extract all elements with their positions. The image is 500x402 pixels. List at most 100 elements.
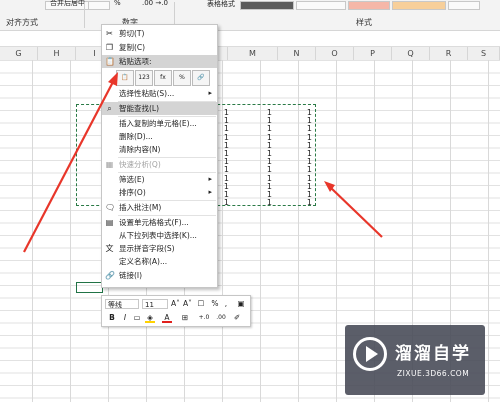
menu-label: 从下拉列表中选择(K)... bbox=[119, 231, 197, 240]
paste-option-formulas[interactable]: fx bbox=[154, 70, 172, 86]
paste-option-link[interactable]: 🔗 bbox=[192, 70, 210, 86]
column-header-s[interactable]: S bbox=[468, 47, 500, 60]
play-logo-icon bbox=[353, 337, 387, 371]
menu-label: 筛选(E) bbox=[119, 175, 145, 184]
paste-option-formatting[interactable]: % bbox=[173, 70, 191, 86]
percent-button[interactable]: % bbox=[112, 0, 123, 7]
style-gallery-1[interactable] bbox=[240, 1, 294, 10]
decimal-buttons[interactable]: .00 →.0 bbox=[140, 0, 170, 7]
column-header-r[interactable]: R bbox=[430, 47, 468, 60]
menu-item-define-name[interactable]: 定义名称(A)... bbox=[102, 255, 217, 268]
mini-toolbar: 等线 11 A˄ A˅ ☐ % , ▣ B I ▭ ◈ A ⊞ +.0 .00 … bbox=[101, 295, 251, 327]
watermark-logo: 溜溜自学 ZIXUE.3D66.COM bbox=[345, 325, 485, 395]
link-icon: 🔗 bbox=[105, 271, 115, 280]
submenu-arrow-icon: ▸ bbox=[208, 188, 212, 196]
style-gallery-2[interactable] bbox=[296, 1, 346, 10]
percent-button[interactable]: % bbox=[210, 299, 220, 309]
menu-label: 排序(O) bbox=[119, 188, 146, 197]
menu-label: 智能查找(L) bbox=[119, 104, 160, 113]
menu-item-insert-comment[interactable]: 🗨 插入批注(M) bbox=[102, 201, 217, 214]
menu-label: 定义名称(A)... bbox=[119, 257, 168, 266]
menu-label: 快速分析(Q) bbox=[119, 160, 161, 169]
menu-label: 选择性粘贴(S)... bbox=[119, 89, 175, 98]
menu-item-paste-options: 📋 粘贴选项: bbox=[102, 55, 217, 68]
menu-item-cut[interactable]: ✂ 剪切(T) bbox=[102, 27, 217, 40]
font-name-dropdown[interactable]: 等线 bbox=[105, 299, 139, 309]
menu-label: 删除(D)... bbox=[119, 132, 153, 141]
formula-gap bbox=[0, 31, 500, 46]
comment-icon: 🗨 bbox=[105, 203, 116, 212]
shrink-font-button[interactable]: A˅ bbox=[182, 299, 193, 309]
watermark-url: ZIXUE.3D66.COM bbox=[397, 369, 470, 378]
column-header-row: G H I J K L M N O P Q R S bbox=[0, 46, 500, 61]
menu-item-delete[interactable]: 删除(D)... bbox=[102, 130, 217, 143]
number-format-button[interactable] bbox=[88, 1, 110, 10]
menu-item-show-phonetic[interactable]: 文 显示拼音字段(S) bbox=[102, 242, 217, 255]
menu-item-paste-special[interactable]: 选择性粘贴(S)... ▸ bbox=[102, 87, 217, 100]
menu-label: 清除内容(N) bbox=[119, 145, 161, 154]
style-gallery-3[interactable] bbox=[348, 1, 390, 10]
cell-value[interactable]: 1 bbox=[302, 198, 312, 207]
format-painter-icon[interactable]: ▣ bbox=[236, 299, 246, 309]
border-icon[interactable]: ▭ bbox=[132, 313, 142, 323]
merge-center-label: 合并后居中 bbox=[50, 0, 85, 7]
column-header-n[interactable]: N bbox=[278, 47, 316, 60]
menu-item-filter[interactable]: 筛选(E) ▸ bbox=[102, 173, 217, 186]
menu-item-format-cells[interactable]: ▤ 设置单元格格式(F)... bbox=[102, 216, 217, 229]
style-gallery-4[interactable] bbox=[392, 1, 446, 10]
menu-label: 剪切(T) bbox=[119, 29, 145, 38]
font-size-dropdown[interactable]: 11 bbox=[142, 299, 168, 309]
menu-label: 插入批注(M) bbox=[119, 203, 162, 212]
menu-label: 插入复制的单元格(E)... bbox=[119, 119, 197, 128]
comma-button[interactable]: , bbox=[222, 299, 230, 309]
menu-label: 显示拼音字段(S) bbox=[119, 244, 175, 253]
menu-item-copy[interactable]: ❐ 复制(C) bbox=[102, 41, 217, 54]
phonetic-icon: 文 bbox=[105, 244, 114, 253]
column-header-m[interactable]: M bbox=[228, 47, 278, 60]
paste-option-paste[interactable]: 📋 bbox=[116, 70, 134, 86]
cell-value[interactable]: 1 bbox=[219, 198, 229, 207]
fill-color-icon[interactable]: ◈ bbox=[145, 313, 155, 323]
menu-item-sort[interactable]: 排序(O) ▸ bbox=[102, 186, 217, 199]
paste-option-values[interactable]: 123 bbox=[135, 70, 153, 86]
align-group-label: 对齐方式 bbox=[6, 18, 38, 27]
insert-button[interactable] bbox=[448, 1, 480, 10]
copy-icon: ❐ bbox=[105, 43, 114, 52]
styles-group-label: 样式 bbox=[356, 18, 372, 27]
borders-dropdown-icon[interactable]: ⊞ bbox=[180, 313, 190, 323]
menu-item-clear-contents[interactable]: 清除内容(N) bbox=[102, 143, 217, 156]
active-cell[interactable] bbox=[76, 282, 103, 293]
clear-format-icon[interactable]: ✐ bbox=[232, 313, 242, 323]
column-header-q[interactable]: Q bbox=[392, 47, 430, 60]
scissors-icon: ✂ bbox=[106, 29, 113, 38]
font-color-icon[interactable]: A bbox=[162, 313, 172, 323]
table-format-button[interactable]: 表格格式 bbox=[205, 1, 237, 8]
column-header-h[interactable]: H bbox=[38, 47, 76, 60]
search-icon: ⌕ bbox=[107, 104, 112, 113]
menu-item-quick-analysis: ▦ 快速分析(Q) bbox=[102, 158, 217, 171]
format-cells-icon: ▤ bbox=[105, 218, 114, 227]
bold-button[interactable]: B bbox=[107, 313, 117, 323]
menu-label: 设置单元格格式(F)... bbox=[119, 218, 189, 227]
decrease-decimal-button[interactable]: .00 bbox=[214, 313, 228, 323]
column-header-g[interactable]: G bbox=[0, 47, 38, 60]
paste-icon: 📋 bbox=[105, 57, 115, 66]
menu-item-insert-copied[interactable]: 插入复制的单元格(E)... bbox=[102, 117, 217, 130]
watermark-title: 溜溜自学 bbox=[395, 344, 471, 364]
ribbon: 合并后居中 % .00 →.0 表格格式 对齐方式 数字 样式 bbox=[0, 0, 500, 31]
column-header-p[interactable]: P bbox=[354, 47, 392, 60]
menu-item-smart-lookup[interactable]: ⌕ 智能查找(L) bbox=[102, 102, 217, 115]
context-menu: ✂ 剪切(T) ❐ 复制(C) 📋 粘贴选项: 📋 123 fx % 🔗 选择性… bbox=[101, 24, 218, 288]
currency-button[interactable]: ☐ bbox=[195, 299, 207, 309]
column-header-o[interactable]: O bbox=[316, 47, 354, 60]
quick-analysis-icon: ▦ bbox=[105, 160, 114, 169]
italic-button[interactable]: I bbox=[120, 313, 130, 323]
menu-item-link[interactable]: 🔗 链接(I) bbox=[102, 269, 217, 282]
grow-font-button[interactable]: A˄ bbox=[170, 299, 181, 309]
menu-label: 粘贴选项: bbox=[119, 57, 152, 66]
menu-label: 链接(I) bbox=[119, 271, 143, 280]
increase-decimal-button[interactable]: +.0 bbox=[197, 313, 211, 323]
menu-label: 复制(C) bbox=[119, 43, 146, 52]
menu-item-pick-from-list[interactable]: 从下拉列表中选择(K)... bbox=[102, 229, 217, 242]
cell-value[interactable]: 1 bbox=[262, 198, 272, 207]
